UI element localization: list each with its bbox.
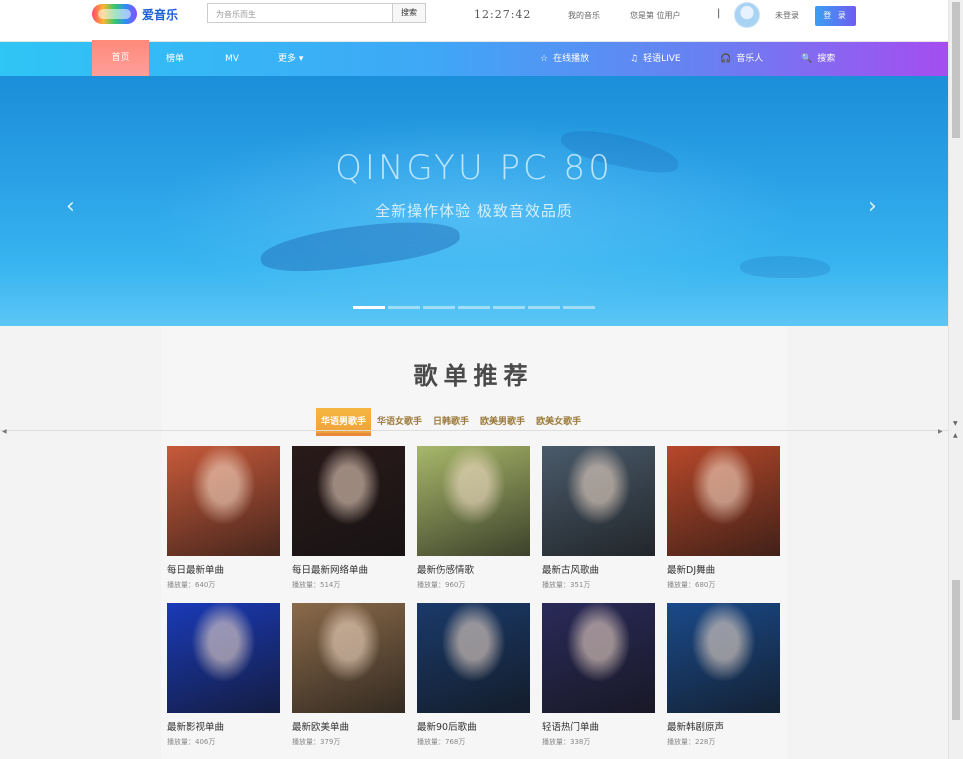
nav-search[interactable]: 🔍 搜索: [801, 42, 835, 76]
visitor-count: 您是第 位用户: [630, 11, 681, 20]
search-input[interactable]: 为音乐而生: [207, 3, 393, 23]
top-bar: 爱音乐 为音乐而生 搜索 12:27:42 我的音乐 您是第 位用户 | 未登录…: [0, 0, 948, 42]
avatar[interactable]: [734, 2, 760, 28]
playlist-cover[interactable]: [417, 603, 530, 713]
prev-arrow-icon[interactable]: ‹: [66, 194, 75, 219]
scrollbar-thumb[interactable]: [952, 580, 960, 720]
playlist-cover[interactable]: [667, 446, 780, 556]
scroll-right-icon[interactable]: ▶: [938, 428, 943, 435]
playlist-play-count: 播放量：338万: [542, 738, 591, 746]
nav-live[interactable]: ♫ 轻语LIVE: [630, 42, 681, 76]
nav-mv[interactable]: MV: [225, 42, 239, 76]
playlist-cover[interactable]: [542, 603, 655, 713]
banner-subtitle: 全新操作体验 极致音效品质: [375, 202, 573, 220]
playlist-cover[interactable]: [167, 446, 280, 556]
playlist-card[interactable]: 最新DJ舞曲播放量：680万: [667, 446, 780, 590]
whale-graphic: [740, 256, 830, 278]
playlist-play-count: 播放量：228万: [667, 738, 716, 746]
headphones-icon: 🎧: [720, 54, 732, 64]
carousel-dot[interactable]: [388, 306, 420, 309]
playlist-cover[interactable]: [292, 446, 405, 556]
logo-text: 爱音乐: [142, 7, 179, 22]
banner-title: QINGYU PC 80: [335, 148, 613, 188]
playlist-card[interactable]: 每日最新单曲播放量：640万: [167, 446, 280, 590]
scroll-left-icon[interactable]: ◀: [2, 428, 7, 435]
playlist-title[interactable]: 最新DJ舞曲: [667, 562, 780, 576]
playlist-play-count: 播放量：406万: [167, 738, 216, 746]
carousel-dot[interactable]: [493, 306, 525, 309]
playlist-title[interactable]: 最新90后歌曲: [417, 719, 530, 733]
playlist-title[interactable]: 最新古风歌曲: [542, 562, 655, 576]
playlist-card[interactable]: 最新伤感情歌播放量：960万: [417, 446, 530, 590]
scroll-down-icon[interactable]: ▼: [953, 420, 958, 427]
logo-icon: [92, 4, 137, 24]
playlist-title[interactable]: 每日最新单曲: [167, 562, 280, 576]
playlist-title[interactable]: 每日最新网络单曲: [292, 562, 405, 576]
search-icon: 🔍: [801, 54, 813, 64]
clock: 12:27:42: [474, 8, 532, 21]
star-icon: ☆: [540, 54, 549, 64]
playlist-card[interactable]: 轻语热门单曲播放量：338万: [542, 603, 655, 747]
playlist-play-count: 播放量：514万: [292, 581, 341, 589]
login-status: 未登录: [775, 11, 799, 20]
playlist-play-count: 播放量：640万: [167, 581, 216, 589]
divider: |: [717, 8, 721, 19]
playlist-card[interactable]: 最新影视单曲播放量：406万: [167, 603, 280, 747]
nav-charts[interactable]: 榜单: [166, 42, 184, 76]
playlist-title[interactable]: 最新欧美单曲: [292, 719, 405, 733]
playlist-cover[interactable]: [167, 603, 280, 713]
nav-home[interactable]: 首页: [92, 40, 149, 76]
playlist-cover[interactable]: [667, 603, 780, 713]
banner-carousel[interactable]: QINGYU PC 80 全新操作体验 极致音效品质 ‹ ›: [0, 76, 948, 326]
playlist-card[interactable]: 最新90后歌曲播放量：768万: [417, 603, 530, 747]
playlist-play-count: 播放量：768万: [417, 738, 466, 746]
nav-online-play[interactable]: ☆ 在线播放: [540, 42, 589, 76]
carousel-dot[interactable]: [458, 306, 490, 309]
carousel-dot[interactable]: [528, 306, 560, 309]
next-arrow-icon[interactable]: ›: [868, 194, 877, 219]
playlist-play-count: 播放量：379万: [292, 738, 341, 746]
nav-bar: 首页 榜单 MV 更多 ▾ ☆ 在线播放 ♫ 轻语LIVE 🎧 音乐人 🔍 搜索: [0, 40, 948, 76]
playlist-card[interactable]: 每日最新网络单曲播放量：514万: [292, 446, 405, 590]
logo[interactable]: 爱音乐: [92, 3, 178, 25]
my-music-link[interactable]: 我的音乐: [568, 10, 600, 21]
playlist-play-count: 播放量：351万: [542, 581, 591, 589]
login-button[interactable]: 登 录: [815, 6, 856, 26]
horizontal-scrollbar[interactable]: ◀ ▶: [0, 428, 948, 436]
carousel-dot[interactable]: [423, 306, 455, 309]
search-button[interactable]: 搜索: [392, 3, 426, 23]
playlist-cover[interactable]: [417, 446, 530, 556]
playlist-card[interactable]: 最新古风歌曲播放量：351万: [542, 446, 655, 590]
vertical-scrollbar[interactable]: ▼ ▲: [948, 0, 963, 759]
nav-musician[interactable]: 🎧 音乐人: [720, 42, 763, 76]
playlist-title[interactable]: 最新伤感情歌: [417, 562, 530, 576]
playlist-cover[interactable]: [542, 446, 655, 556]
playlist-section: 歌单推荐 华语男歌手 华语女歌手 日韩歌手 欧美男歌手 欧美女歌手 每日最新单曲 播放量：…: [161, 326, 786, 759]
playlist-card[interactable]: 最新韩剧原声播放量：228万: [667, 603, 780, 747]
scrollbar-thumb[interactable]: [952, 2, 960, 138]
carousel-dot[interactable]: [563, 306, 595, 309]
playlist-title[interactable]: 轻语热门单曲: [542, 719, 655, 733]
nav-more[interactable]: 更多 ▾: [278, 42, 303, 76]
playlist-card[interactable]: 最新欧美单曲播放量：379万: [292, 603, 405, 747]
scroll-up-icon[interactable]: ▲: [953, 432, 958, 439]
playlist-title[interactable]: 最新韩剧原声: [667, 719, 780, 733]
playlist-play-count: 播放量：680万: [667, 581, 716, 589]
playlist-cover[interactable]: [292, 603, 405, 713]
playlist-title[interactable]: 最新影视单曲: [167, 719, 280, 733]
carousel-indicators: [353, 306, 595, 309]
playlist-play-count: 播放量：960万: [417, 581, 466, 589]
section-title: 歌单推荐: [413, 362, 534, 390]
music-note-icon: ♫: [630, 54, 639, 64]
carousel-dot[interactable]: [353, 306, 385, 309]
